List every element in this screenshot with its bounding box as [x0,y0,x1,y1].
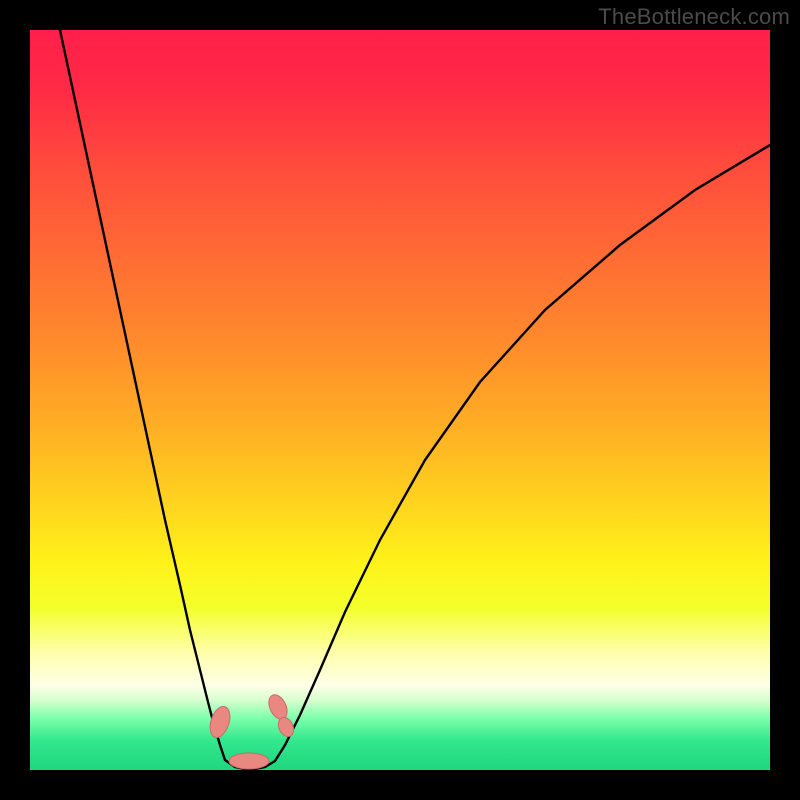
watermark-text: TheBottleneck.com [598,4,790,30]
curve-svg [30,30,770,770]
bottleneck-curve [60,30,770,769]
marker-group [206,692,296,769]
blob-right-upper [265,692,290,722]
blob-bottom [229,753,269,769]
plot-area [30,30,770,770]
outer-frame: TheBottleneck.com [0,0,800,800]
